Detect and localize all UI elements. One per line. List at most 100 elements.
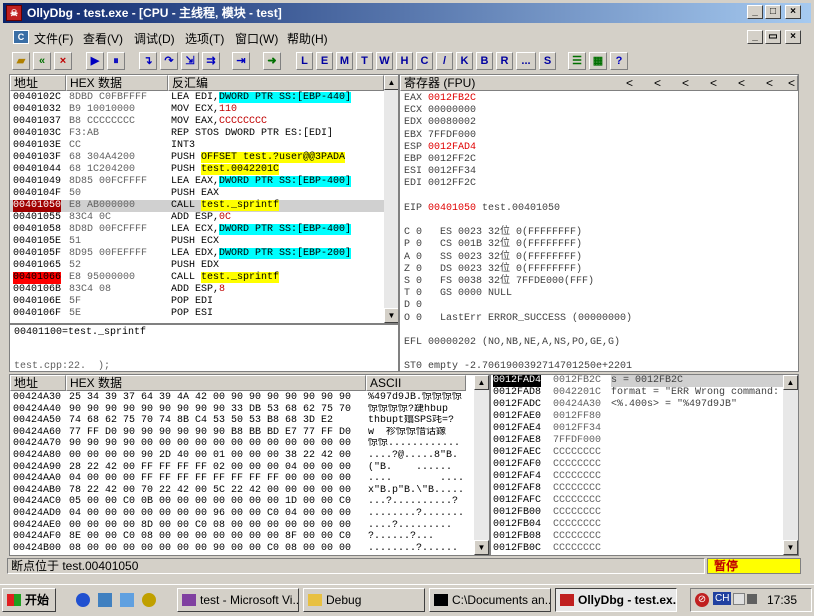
scroll-down-icon[interactable]: ▼: [474, 540, 489, 555]
toolbar-slash-button[interactable]: /: [436, 52, 453, 70]
dump-row[interactable]: 00424A60 77 FF D0 90 90 90 90 90 90 B8 BB…: [10, 427, 476, 439]
toolbar-W-button[interactable]: W: [376, 52, 393, 70]
grid-icon[interactable]: ▦: [589, 52, 607, 70]
register-line[interactable]: ST0 empty -2.7061900392714701250e+2201: [404, 361, 632, 371]
stack-row[interactable]: 0012FAD8 0042201C format = "ERR Wrong comm…: [491, 387, 783, 399]
pause-icon[interactable]: ⏸: [107, 52, 125, 70]
disasm-row[interactable]: 0040106E 5F POP EDI: [10, 296, 385, 308]
reg-nav-arrow-icon[interactable]: <: [626, 76, 633, 90]
toolbar-C-button[interactable]: C: [416, 52, 433, 70]
register-line[interactable]: ECX 00000000: [404, 105, 476, 117]
disasm-scrollbar[interactable]: ▲ ▼: [384, 75, 398, 323]
stack-row[interactable]: 0012FADC 00424A30 <%.400s> = "%497d9JB": [491, 399, 783, 411]
reg-nav-arrow-icon[interactable]: <: [654, 76, 661, 90]
trace-over-icon[interactable]: ⇉: [202, 52, 220, 70]
minimize-button[interactable]: _: [747, 5, 763, 19]
execute-till-return-icon[interactable]: ⇥: [232, 52, 250, 70]
disasm-row[interactable]: 00401058 8D8D 00FCFFFF LEA ECX,DWORD PTR S…: [10, 224, 385, 236]
ime-icon[interactable]: [733, 593, 745, 605]
dump-row[interactable]: 00424AE0 00 00 00 00 8D 00 00 C0 08 00 00…: [10, 520, 476, 532]
stack-row[interactable]: 0012FB04 CCCCCCCC: [491, 519, 783, 531]
stack-scrollbar[interactable]: ▲ ▼: [783, 375, 798, 555]
disasm-row[interactable]: 0040106B 83C4 08 ADD ESP,8: [10, 284, 385, 296]
desktop-icon[interactable]: [98, 593, 112, 607]
disasm-row[interactable]: 00401065 52 PUSH EDX: [10, 260, 385, 272]
dump-row[interactable]: 00424AD0 04 00 00 00 00 00 00 00 96 00 00…: [10, 508, 476, 520]
scroll-down-icon[interactable]: ▼: [384, 308, 398, 323]
register-line[interactable]: EDX 00080002: [404, 117, 476, 129]
go-to-icon[interactable]: ➜: [263, 52, 281, 70]
outlook-icon[interactable]: [120, 593, 134, 607]
stack-row[interactable]: 0012FAF4 CCCCCCCC: [491, 471, 783, 483]
menu-debug[interactable]: 调试(D): [134, 30, 175, 47]
toolbar-E-button[interactable]: E: [316, 52, 333, 70]
volume-icon[interactable]: [747, 594, 757, 604]
stack-row[interactable]: 0012FB08 CCCCCCCC: [491, 531, 783, 543]
scroll-down-icon[interactable]: ▼: [783, 540, 798, 555]
dump-col-ascii[interactable]: ASCII: [366, 375, 466, 391]
mdi-close-button[interactable]: ×: [785, 30, 801, 44]
toolbar-K-button[interactable]: K: [456, 52, 473, 70]
task-debug-folder[interactable]: Debug: [303, 588, 425, 612]
register-line[interactable]: EBP 0012FF2C: [404, 154, 476, 166]
register-line[interactable]: ESP 0012FAD4: [404, 142, 476, 154]
toolbar-M-button[interactable]: M: [336, 52, 353, 70]
dump-col-hex[interactable]: HEX 数据: [66, 375, 366, 391]
dump-row[interactable]: 00424AC0 05 00 00 C0 0B 00 00 00 00 00 00…: [10, 496, 476, 508]
step-into-icon[interactable]: ↴: [139, 52, 157, 70]
mdi-minimize-button[interactable]: _: [747, 30, 763, 44]
ie-icon[interactable]: [76, 593, 90, 607]
disassembly-pane[interactable]: 地址 HEX 数据 反汇编 0040102C 8DBD C0FBFFFF LEA E…: [9, 74, 399, 324]
disasm-row[interactable]: 0040103C F3:AB REP STOS DWORD PTR ES:[EDI]: [10, 128, 385, 140]
help-icon[interactable]: ?: [610, 52, 628, 70]
register-line[interactable]: D 0: [404, 300, 422, 312]
disasm-row[interactable]: 0040106F 5E POP ESI: [10, 308, 385, 320]
dump-row[interactable]: 00424AB0 78 22 42 00 70 22 42 00 5C 22 42…: [10, 485, 476, 497]
disasm-row[interactable]: 0040102C 8DBD C0FBFFFF LEA EDI,DWORD PTR S…: [10, 92, 385, 104]
dump-row[interactable]: 00424A40 90 90 90 90 90 90 90 90 90 33 DB…: [10, 404, 476, 416]
dump-row[interactable]: 00424B00 08 00 00 00 00 00 00 00 90 00 00…: [10, 543, 476, 555]
dump-row[interactable]: 00424A90 28 22 42 00 FF FF FF FF 02 00 00…: [10, 462, 476, 474]
disasm-row[interactable]: 00401032 B9 10010000 MOV ECX,110: [10, 104, 385, 116]
stack-row[interactable]: 0012FAEC CCCCCCCC: [491, 447, 783, 459]
register-line[interactable]: EFL 00000202 (NO,NB,NE,A,NS,PO,GE,G): [404, 337, 620, 349]
scroll-up-icon[interactable]: ▲: [384, 75, 398, 90]
register-line[interactable]: S 0 FS 0038 32位 7FFDE000(FFF): [404, 276, 594, 288]
toolbar-L-button[interactable]: L: [296, 52, 313, 70]
toolbar-T-button[interactable]: T: [356, 52, 373, 70]
dump-col-address[interactable]: 地址: [10, 375, 66, 391]
mdi-restore-button[interactable]: ▭: [765, 30, 781, 44]
cpu-window-icon[interactable]: C: [13, 30, 29, 44]
stack-row[interactable]: 0012FAE4 0012FF34: [491, 423, 783, 435]
maximize-button[interactable]: □: [765, 5, 781, 19]
open-icon[interactable]: ▰: [12, 52, 30, 70]
list-icon[interactable]: ☰: [568, 52, 586, 70]
disasm-row[interactable]: 0040105F 8D95 00FEFFFF LEA EDX,DWORD PTR S…: [10, 248, 385, 260]
title-bar[interactable]: ☠ OllyDbg - test.exe - [CPU - 主线程, 模块 - …: [3, 3, 811, 23]
menu-file[interactable]: 文件(F): [34, 30, 73, 47]
register-line[interactable]: O 0 LastErr ERROR_SUCCESS (00000000): [404, 313, 632, 325]
restart-icon[interactable]: «: [33, 52, 51, 70]
menu-options[interactable]: 选项(T): [185, 30, 224, 47]
stack-row[interactable]: 0012FAFC CCCCCCCC: [491, 495, 783, 507]
stack-row[interactable]: 0012FAE8 7FFDF000: [491, 435, 783, 447]
dump-row[interactable]: 00424A80 00 00 00 00 90 2D 40 00 01 00 00…: [10, 450, 476, 462]
disasm-col-disassembly[interactable]: 反汇编: [168, 75, 384, 91]
reg-nav-arrow-icon[interactable]: <: [710, 76, 717, 90]
register-line[interactable]: P 0 CS 001B 32位 0(FFFFFFFF): [404, 239, 582, 251]
stack-row[interactable]: 0012FAF0 CCCCCCCC: [491, 459, 783, 471]
registers-pane[interactable]: 寄存器 (FPU) < < < < < < < EAX 0012FB2C ECX …: [399, 74, 799, 372]
task-visual-studio[interactable]: test - Microsoft Vi...: [177, 588, 299, 612]
stack-row[interactable]: 0012FAD4 0012FB2C s = 0012FB2C: [491, 375, 783, 387]
register-line[interactable]: C 0 ES 0023 32位 0(FFFFFFFF): [404, 227, 582, 239]
disasm-row[interactable]: 0040104F 50 PUSH EAX: [10, 188, 385, 200]
disasm-row[interactable]: 0040105E 51 PUSH ECX: [10, 236, 385, 248]
dump-row[interactable]: 00424AF0 8E 00 00 C0 08 00 00 00 00 00 00…: [10, 531, 476, 543]
media-icon[interactable]: [142, 593, 156, 607]
disasm-row[interactable]: 0040103F 68 304A4200 PUSH OFFSET test.?use…: [10, 152, 385, 164]
disasm-row[interactable]: 00401055 83C4 0C ADD ESP,0C: [10, 212, 385, 224]
dump-row[interactable]: 00424A70 90 90 90 90 00 00 00 00 00 00 00…: [10, 438, 476, 450]
stack-row[interactable]: 0012FB0C CCCCCCCC: [491, 543, 783, 555]
menu-help[interactable]: 帮助(H): [287, 30, 328, 47]
stack-row[interactable]: 0012FB00 CCCCCCCC: [491, 507, 783, 519]
